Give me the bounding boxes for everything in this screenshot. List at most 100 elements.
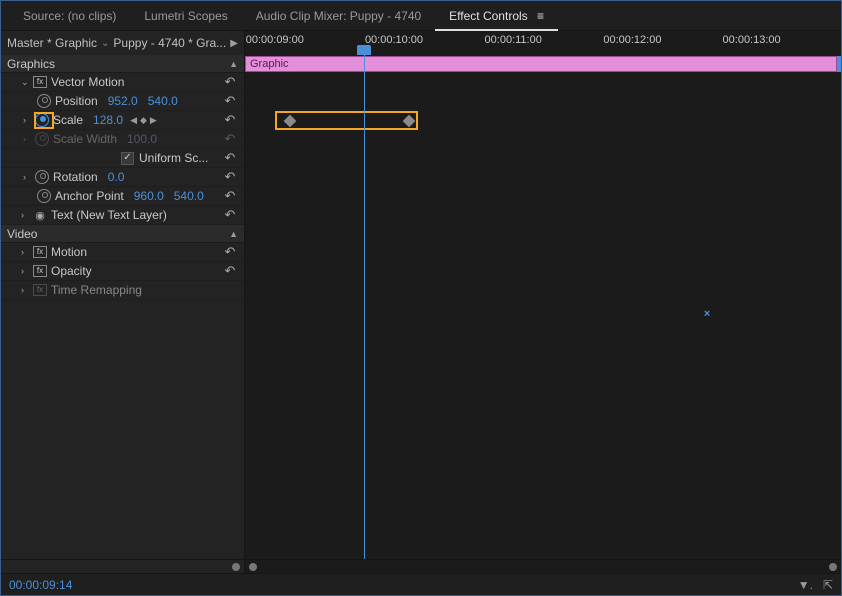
stopwatch-icon[interactable] bbox=[37, 94, 51, 108]
section-graphics[interactable]: Graphics ▲ bbox=[1, 55, 244, 73]
collapse-icon: ▲ bbox=[229, 229, 238, 239]
twirl-icon[interactable]: › bbox=[23, 115, 35, 125]
property-scale: › Scale 128.0 ◀ ◆ ▶ ↶ bbox=[1, 111, 244, 130]
ruler-tick: 00:00:10:00 bbox=[365, 34, 423, 46]
twirl-icon[interactable]: › bbox=[21, 266, 33, 276]
ruler-tick: 00:00:13:00 bbox=[723, 34, 781, 46]
tab-label: Effect Controls bbox=[449, 9, 527, 23]
fx-badge-icon[interactable]: fx bbox=[33, 265, 47, 277]
clip-end-handle[interactable] bbox=[837, 56, 841, 72]
current-timecode[interactable]: 00:00:09:14 bbox=[9, 578, 72, 592]
reset-icon[interactable]: ↶ bbox=[222, 131, 238, 147]
stopwatch-icon[interactable] bbox=[35, 113, 49, 127]
filter-icon[interactable]: ▼. bbox=[798, 578, 813, 592]
section-video[interactable]: Video ▲ bbox=[1, 225, 244, 243]
clip-label: Graphic bbox=[250, 58, 289, 70]
sequence-label[interactable]: Puppy - 4740 * Gra... bbox=[113, 36, 226, 50]
effect-controls-panel: Source: (no clips) Lumetri Scopes Audio … bbox=[0, 0, 842, 596]
eye-icon[interactable]: ◉ bbox=[33, 209, 47, 222]
marker-x-icon: × bbox=[704, 308, 710, 320]
keyframe-diamond[interactable] bbox=[403, 115, 416, 128]
tab-audio-mixer[interactable]: Audio Clip Mixer: Puppy - 4740 bbox=[242, 1, 435, 31]
ruler-tick: 00:00:09:00 bbox=[246, 34, 304, 46]
keyframe-diamond[interactable] bbox=[283, 115, 296, 128]
ruler-tick: 00:00:11:00 bbox=[485, 34, 542, 46]
next-keyframe-icon[interactable]: ▶ bbox=[149, 115, 158, 126]
property-label: Position bbox=[55, 94, 98, 108]
time-ruler[interactable]: 00:00:09:00 00:00:10:00 00:00:11:00 00:0… bbox=[245, 31, 841, 55]
scrollbar-row bbox=[1, 559, 841, 573]
scroll-handle-icon[interactable] bbox=[829, 563, 837, 571]
property-label: Scale Width bbox=[53, 132, 117, 146]
property-anchor-point: Anchor Point 960.0 540.0 ↶ bbox=[1, 187, 244, 206]
zoom-scrollbar-right[interactable] bbox=[245, 560, 841, 573]
panel-menu-icon[interactable]: ≡ bbox=[537, 9, 544, 23]
effect-opacity[interactable]: › fx Opacity ↶ bbox=[1, 262, 244, 281]
export-icon[interactable]: ⇱ bbox=[823, 578, 833, 592]
clip-bar[interactable]: Graphic bbox=[245, 56, 837, 72]
twirl-icon[interactable]: ⌄ bbox=[21, 77, 33, 88]
prev-keyframe-icon[interactable]: ◀ bbox=[129, 115, 138, 126]
position-y-value[interactable]: 540.0 bbox=[148, 94, 178, 108]
reset-icon[interactable]: ↶ bbox=[222, 188, 238, 204]
add-keyframe-icon[interactable]: ◆ bbox=[139, 115, 148, 126]
effect-motion[interactable]: › fx Motion ↶ bbox=[1, 243, 244, 262]
scale-width-value: 100.0 bbox=[127, 132, 157, 146]
twirl-icon[interactable]: › bbox=[21, 210, 33, 220]
scale-value[interactable]: 128.0 bbox=[93, 113, 123, 127]
play-icon[interactable]: ▶ bbox=[230, 38, 238, 49]
properties-column: Graphics ▲ ⌄ fx Vector Motion ↶ Position… bbox=[1, 55, 245, 559]
effect-label: Vector Motion bbox=[51, 75, 124, 89]
fx-badge-icon[interactable]: fx bbox=[33, 76, 47, 88]
stopwatch-icon[interactable] bbox=[37, 189, 51, 203]
property-rotation: › Rotation 0.0 ↶ bbox=[1, 168, 244, 187]
uniform-scale-checkbox[interactable] bbox=[121, 152, 134, 165]
twirl-icon[interactable]: › bbox=[23, 134, 35, 144]
playhead-handle[interactable] bbox=[357, 45, 371, 55]
fx-badge-icon[interactable]: fx bbox=[33, 246, 47, 258]
tab-effect-controls[interactable]: Effect Controls ≡ bbox=[435, 1, 558, 31]
reset-icon[interactable]: ↶ bbox=[222, 263, 238, 279]
scroll-handle-icon[interactable] bbox=[232, 563, 240, 571]
master-row: Master * Graphic ⌄ Puppy - 4740 * Gra...… bbox=[1, 31, 841, 55]
property-scale-width: › Scale Width 100.0 ↶ bbox=[1, 130, 244, 149]
reset-icon[interactable]: ↶ bbox=[222, 74, 238, 90]
reset-icon[interactable]: ↶ bbox=[222, 244, 238, 260]
reset-icon[interactable]: ↶ bbox=[222, 150, 238, 166]
effect-text-layer[interactable]: › ◉ Text (New Text Layer) ↶ bbox=[1, 206, 244, 225]
reset-icon[interactable]: ↶ bbox=[222, 207, 238, 223]
property-label: Scale bbox=[53, 113, 83, 127]
master-clip-selector: Master * Graphic ⌄ Puppy - 4740 * Gra...… bbox=[1, 31, 245, 55]
twirl-icon[interactable]: › bbox=[23, 172, 35, 182]
rotation-value[interactable]: 0.0 bbox=[108, 170, 125, 184]
stopwatch-icon[interactable] bbox=[35, 170, 49, 184]
playhead-line bbox=[364, 55, 365, 559]
stopwatch-icon bbox=[35, 132, 49, 146]
property-uniform-scale: Uniform Sc... ↶ bbox=[1, 149, 244, 168]
reset-icon[interactable]: ↶ bbox=[222, 112, 238, 128]
section-label: Graphics bbox=[7, 57, 55, 71]
reset-icon[interactable]: ↶ bbox=[222, 93, 238, 109]
effect-label: Motion bbox=[51, 245, 87, 259]
effect-vector-motion[interactable]: ⌄ fx Vector Motion ↶ bbox=[1, 73, 244, 92]
sequence-dropdown-icon[interactable]: ⌄ bbox=[101, 38, 109, 49]
fx-badge-icon: fx bbox=[33, 284, 47, 296]
property-label: Rotation bbox=[53, 170, 98, 184]
anchor-y-value[interactable]: 540.0 bbox=[174, 189, 204, 203]
twirl-icon[interactable]: › bbox=[21, 247, 33, 257]
reset-icon[interactable]: ↶ bbox=[222, 169, 238, 185]
zoom-scrollbar-left[interactable] bbox=[1, 560, 245, 573]
scroll-handle-icon[interactable] bbox=[249, 563, 257, 571]
section-label: Video bbox=[7, 227, 37, 241]
property-label: Uniform Sc... bbox=[139, 151, 208, 165]
position-x-value[interactable]: 952.0 bbox=[108, 94, 138, 108]
panel-tabs: Source: (no clips) Lumetri Scopes Audio … bbox=[1, 1, 841, 31]
twirl-icon[interactable]: › bbox=[21, 285, 33, 295]
effect-time-remapping[interactable]: › fx Time Remapping bbox=[1, 281, 244, 300]
anchor-x-value[interactable]: 960.0 bbox=[134, 189, 164, 203]
timeline-area[interactable]: Graphic × bbox=[245, 55, 841, 559]
tab-lumetri[interactable]: Lumetri Scopes bbox=[130, 1, 241, 31]
tab-source[interactable]: Source: (no clips) bbox=[9, 1, 130, 31]
collapse-icon: ▲ bbox=[229, 59, 238, 69]
panel-footer: 00:00:09:14 ▼. ⇱ bbox=[1, 573, 841, 595]
